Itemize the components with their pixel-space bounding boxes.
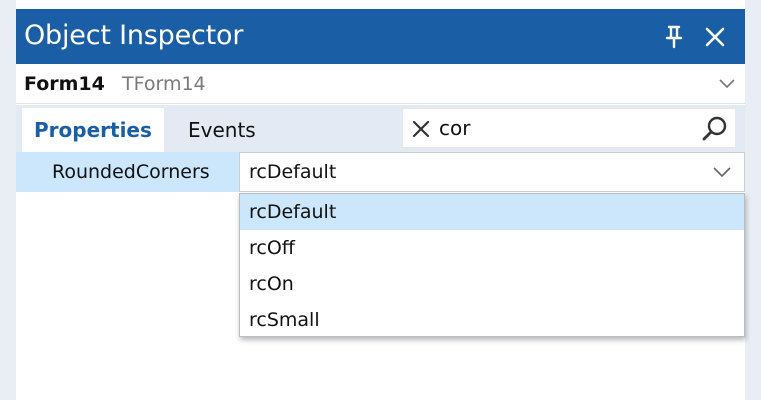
close-button[interactable] [700,22,730,52]
value-dropdown-list: rcDefault rcOff rcOn rcSmall [239,193,745,337]
property-value: rcDefault [249,161,337,183]
tab-events[interactable]: Events [176,108,268,152]
search-input[interactable] [439,113,689,143]
clear-search-icon[interactable] [411,119,431,139]
search-box [402,108,736,148]
pin-button[interactable] [659,22,689,52]
property-row[interactable]: RoundedCorners rcDefault [16,152,745,192]
tab-properties[interactable]: Properties [22,108,164,152]
object-selector[interactable]: Form14 TForm14 [16,64,745,104]
close-icon [705,27,725,47]
search-icon[interactable] [701,115,729,143]
property-value-combobox[interactable]: rcDefault [239,152,745,192]
title-bar: Object Inspector [16,9,745,64]
dropdown-option-rcoff[interactable]: rcOff [240,230,744,266]
dropdown-option-rcdefault[interactable]: rcDefault [240,194,744,230]
dropdown-option-rcsmall[interactable]: rcSmall [240,302,744,338]
window-title: Object Inspector [24,20,244,51]
chevron-down-icon[interactable] [712,166,732,179]
tab-bar: Properties Events [16,105,745,152]
object-inspector-panel: Object Inspector Form14 TForm14 Properti… [16,0,745,400]
property-name: RoundedCorners [16,152,239,192]
object-name: Form14 [24,73,105,95]
chevron-down-icon[interactable] [718,76,736,90]
object-type: TForm14 [122,73,206,95]
pin-icon [665,25,683,49]
dropdown-option-rcon[interactable]: rcOn [240,266,744,302]
